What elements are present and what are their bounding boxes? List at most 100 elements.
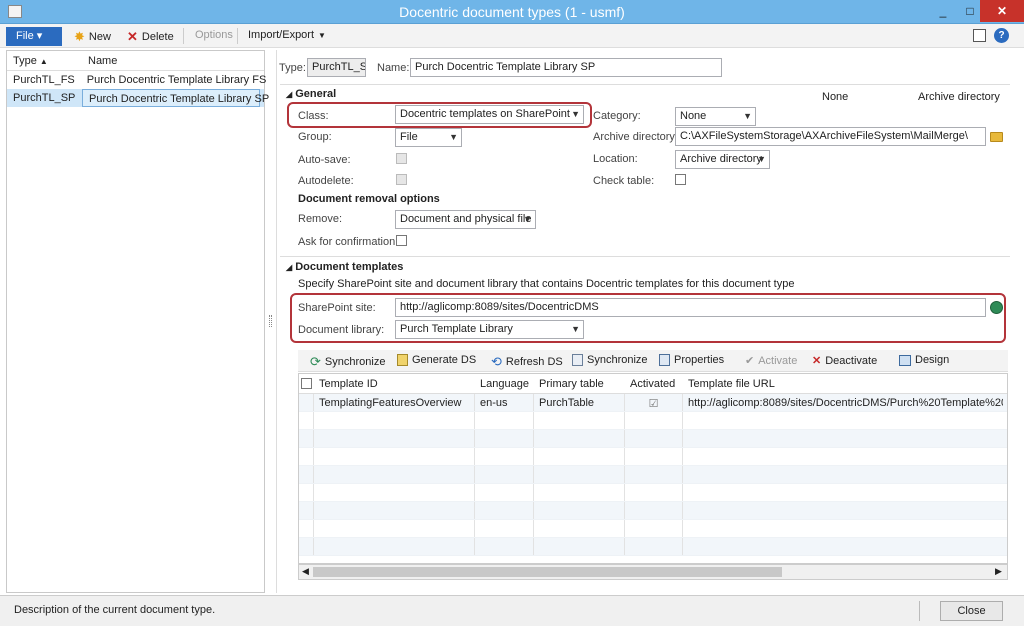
autosave-checkbox[interactable]: [396, 153, 407, 164]
delete-button[interactable]: ✕ Delete: [127, 29, 174, 45]
new-button[interactable]: ✸ New: [74, 29, 111, 45]
activate-button[interactable]: ✔ Activate: [745, 354, 797, 368]
template-id-header[interactable]: Template ID: [314, 374, 475, 393]
type-header-label: Type: [13, 55, 37, 67]
help-icon[interactable]: ?: [994, 28, 1009, 43]
document-library-select[interactable]: Purch Template Library ▼: [395, 320, 584, 339]
list-header: Type ▲ Name: [7, 51, 264, 71]
general-summary-archive: Archive directory: [918, 91, 1000, 103]
divider: [280, 84, 1010, 85]
templates-section-header[interactable]: ◢ Document templates: [286, 261, 403, 273]
remove-select[interactable]: Document and physical file ▼: [395, 210, 536, 229]
synchronize-ds-button[interactable]: Synchronize: [572, 354, 648, 366]
options-button[interactable]: Options: [195, 29, 233, 41]
type-field[interactable]: PurchTL_SP: [307, 58, 366, 77]
document-library-label: Document library:: [298, 324, 385, 336]
activated-header[interactable]: Activated: [625, 374, 683, 393]
list-item-selected[interactable]: PurchTL_SP Purch Docentric Template Libr…: [7, 89, 269, 107]
close-button[interactable]: Close: [940, 601, 1003, 621]
name-field[interactable]: Purch Docentric Template Library SP: [410, 58, 722, 77]
properties-label: Properties: [674, 354, 725, 366]
general-section-header[interactable]: ◢ General: [286, 88, 336, 100]
category-label: Category:: [593, 110, 641, 122]
generate-ds-button[interactable]: Generate DS: [397, 354, 476, 366]
type-cell: PurchTL_FS: [13, 74, 75, 86]
general-title: General: [295, 88, 337, 100]
design-icon: [899, 354, 911, 366]
language-header[interactable]: Language: [475, 374, 534, 393]
group-label: Group:: [298, 131, 332, 143]
deactivate-button[interactable]: ✕ Deactivate: [812, 354, 877, 368]
group-value: File: [400, 131, 418, 143]
select-all-header[interactable]: [299, 374, 314, 393]
check-table-label: Check table:: [593, 175, 655, 187]
sharepoint-site-label: SharePoint site:: [298, 302, 376, 314]
check-table-checkbox[interactable]: [675, 174, 686, 185]
synchronize-label: Synchronize: [324, 356, 386, 368]
select-all-checkbox[interactable]: [301, 378, 312, 389]
empty-row: [299, 448, 1007, 466]
chevron-down-icon: ▼: [571, 324, 580, 334]
scroll-left-icon[interactable]: ◀: [302, 566, 309, 577]
scroll-thumb[interactable]: [313, 567, 782, 577]
collapse-icon: ◢: [286, 90, 293, 99]
type-column-header[interactable]: Type ▲: [7, 51, 82, 70]
collapse-icon: ◢: [286, 263, 293, 272]
templates-grid: Template ID Language Primary table Activ…: [298, 373, 1008, 564]
type-label: Type:: [279, 62, 306, 74]
splitter-grip: [269, 315, 272, 327]
autosave-label: Auto-save:: [298, 154, 351, 166]
properties-button[interactable]: Properties: [659, 354, 724, 366]
name-label: Name:: [377, 62, 410, 74]
pane-splitter[interactable]: [267, 50, 275, 593]
layout-icon[interactable]: [973, 29, 986, 42]
refresh-ds-button[interactable]: ⟲ Refresh DS: [491, 354, 563, 370]
removal-options-header: Document removal options: [298, 193, 440, 205]
chevron-down-icon: ▼: [743, 111, 752, 121]
status-bar: Description of the current document type…: [0, 595, 1024, 626]
name-cell: Purch Docentric Template Library SP: [82, 89, 269, 107]
row-selector[interactable]: [299, 394, 314, 411]
new-star-icon: ✸: [74, 29, 85, 44]
refresh-icon: ⟲: [491, 354, 502, 369]
folder-icon[interactable]: [990, 132, 1003, 142]
chevron-down-icon: ▼: [449, 132, 458, 142]
import-export-button[interactable]: Import/Export ▼: [248, 29, 326, 41]
library-value: Purch Template Library: [400, 323, 513, 335]
url-cell: http://aglicomp:8089/sites/DocentricDMS/…: [688, 397, 1003, 409]
category-select[interactable]: None ▼: [675, 107, 756, 126]
templates-description: Specify SharePoint site and document lib…: [298, 278, 795, 290]
name-column-header[interactable]: Name: [82, 51, 123, 70]
list-item[interactable]: PurchTL_FS Purch Docentric Template Libr…: [7, 71, 266, 89]
import-export-label: Import/Export: [248, 29, 315, 41]
file-label: File: [16, 30, 34, 42]
remove-label: Remove:: [298, 213, 343, 225]
generate-icon: [397, 354, 408, 366]
horizontal-scrollbar[interactable]: ◀ ▶: [298, 564, 1008, 580]
refresh-ds-label: Refresh DS: [505, 356, 563, 368]
delete-label: Delete: [141, 31, 174, 43]
close-window-button[interactable]: ✕: [980, 0, 1024, 22]
location-select[interactable]: Archive directory ▼: [675, 150, 770, 169]
templates-title: Document templates: [295, 261, 404, 273]
url-header[interactable]: Template file URL: [683, 374, 1003, 393]
general-summary-none: None: [822, 91, 849, 103]
archive-directory-field[interactable]: C:\AXFileSystemStorage\AXArchiveFileSyst…: [675, 127, 986, 146]
chevron-down-icon: ▼: [757, 154, 766, 164]
table-row[interactable]: TemplatingFeaturesOverview en-us PurchTa…: [299, 394, 1007, 412]
group-select[interactable]: File ▼: [395, 128, 462, 147]
sharepoint-site-field[interactable]: http://aglicomp:8089/sites/DocentricDMS: [395, 298, 986, 317]
autodelete-checkbox[interactable]: [396, 174, 407, 185]
activated-checkbox[interactable]: ☑: [625, 394, 683, 411]
confirm-checkbox[interactable]: [396, 235, 407, 246]
design-button[interactable]: Design: [899, 354, 949, 366]
class-select[interactable]: Docentric templates on SharePoint ▼: [395, 105, 584, 124]
synchronize-button[interactable]: ⟳ Synchronize: [310, 354, 385, 370]
class-label: Class:: [298, 110, 329, 122]
file-menu-button[interactable]: File ▾: [6, 27, 62, 46]
toolbar-divider: [237, 28, 238, 44]
primary-table-header[interactable]: Primary table: [534, 374, 625, 393]
scroll-right-icon[interactable]: ▶: [995, 566, 1002, 577]
browse-globe-icon[interactable]: [990, 301, 1003, 314]
empty-row: [299, 466, 1007, 484]
